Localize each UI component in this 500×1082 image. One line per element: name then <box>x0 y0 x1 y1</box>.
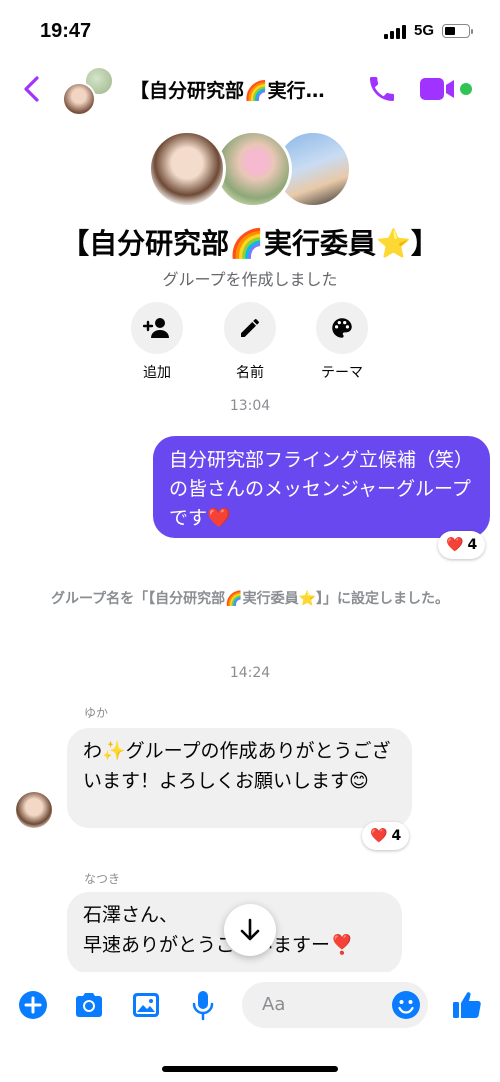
signal-icon <box>383 23 406 39</box>
like-button[interactable] <box>450 988 484 1022</box>
camera-icon <box>76 993 102 1017</box>
sender-name: ゆか <box>84 706 109 720</box>
image-icon <box>133 993 159 1017</box>
member-avatar <box>62 82 96 116</box>
add-member-label: 追加 <box>143 365 171 381</box>
theme-label: テーマ <box>321 365 363 381</box>
chat-title[interactable]: 【自分研究部🌈実行… <box>130 76 345 103</box>
video-camera-icon <box>420 78 454 100</box>
status-time: 19:47 <box>40 20 92 42</box>
message-composer: Aa <box>0 972 500 1042</box>
heart-reaction-icon: ❤️ <box>446 537 464 553</box>
group-avatar[interactable] <box>62 66 114 116</box>
chat-header: 【自分研究部🌈実行… <box>0 60 500 120</box>
scroll-to-bottom-button[interactable] <box>224 904 276 956</box>
message-reaction[interactable]: ❤️ 4 <box>362 822 410 850</box>
microphone-icon <box>192 991 214 1021</box>
message-timestamp: 13:04 <box>229 398 271 414</box>
theme-button[interactable]: テーマ <box>297 302 387 382</box>
rename-label: 名前 <box>236 365 264 381</box>
sender-avatar[interactable] <box>16 792 52 828</box>
online-status-dot <box>460 83 472 95</box>
thumbs-up-icon <box>453 992 481 1018</box>
more-actions-button[interactable] <box>16 988 50 1022</box>
reaction-count: 4 <box>467 537 478 553</box>
palette-icon <box>332 318 352 338</box>
message-input-placeholder: Aa <box>262 994 286 1015</box>
member-avatar <box>148 130 226 208</box>
group-member-avatars[interactable] <box>148 130 352 210</box>
arrow-down-icon <box>240 918 260 941</box>
gallery-button[interactable] <box>129 988 163 1022</box>
status-bar: 19:47 5G <box>0 0 500 60</box>
reaction-count: 4 <box>391 828 402 844</box>
heart-reaction-icon: ❤️ <box>370 828 388 844</box>
system-message: グループ名を「【自分研究部🌈実行委員⭐️】」に設定しました。 <box>50 591 450 607</box>
camera-button[interactable] <box>72 988 106 1022</box>
plus-circle-icon <box>19 991 47 1019</box>
add-member-button[interactable]: 追加 <box>112 302 202 382</box>
rename-button[interactable]: 名前 <box>205 302 295 382</box>
network-type: 5G <box>413 22 434 39</box>
battery-icon <box>442 23 473 38</box>
message-reaction[interactable]: ❤️ 4 <box>438 531 486 559</box>
audio-call-button[interactable] <box>366 72 398 106</box>
voice-message-button[interactable] <box>186 988 220 1022</box>
back-button[interactable] <box>18 72 48 106</box>
status-indicators: 5G <box>383 22 473 39</box>
incoming-message-bubble[interactable]: わ✨グループの作成ありがとうございます！よろしくお願いします😊 <box>67 728 412 828</box>
emoji-button[interactable] <box>389 988 423 1022</box>
add-person-icon <box>143 318 169 338</box>
group-created-label: グループを作成しました <box>162 270 338 289</box>
pencil-icon <box>241 319 259 337</box>
chevron-left-icon <box>24 76 39 102</box>
home-indicator <box>162 1066 338 1072</box>
smiley-icon <box>392 991 420 1019</box>
phone-icon <box>370 77 394 101</box>
sender-name: なつき <box>84 872 121 886</box>
video-call-button[interactable] <box>418 74 458 104</box>
group-name: 【自分研究部🌈実行委員⭐️】 <box>61 227 439 260</box>
message-timestamp: 14:24 <box>229 665 271 681</box>
outgoing-message-bubble[interactable]: 自分研究部フライング立候補（笑）の皆さんのメッセンジャーグループです❤️ <box>153 436 490 538</box>
